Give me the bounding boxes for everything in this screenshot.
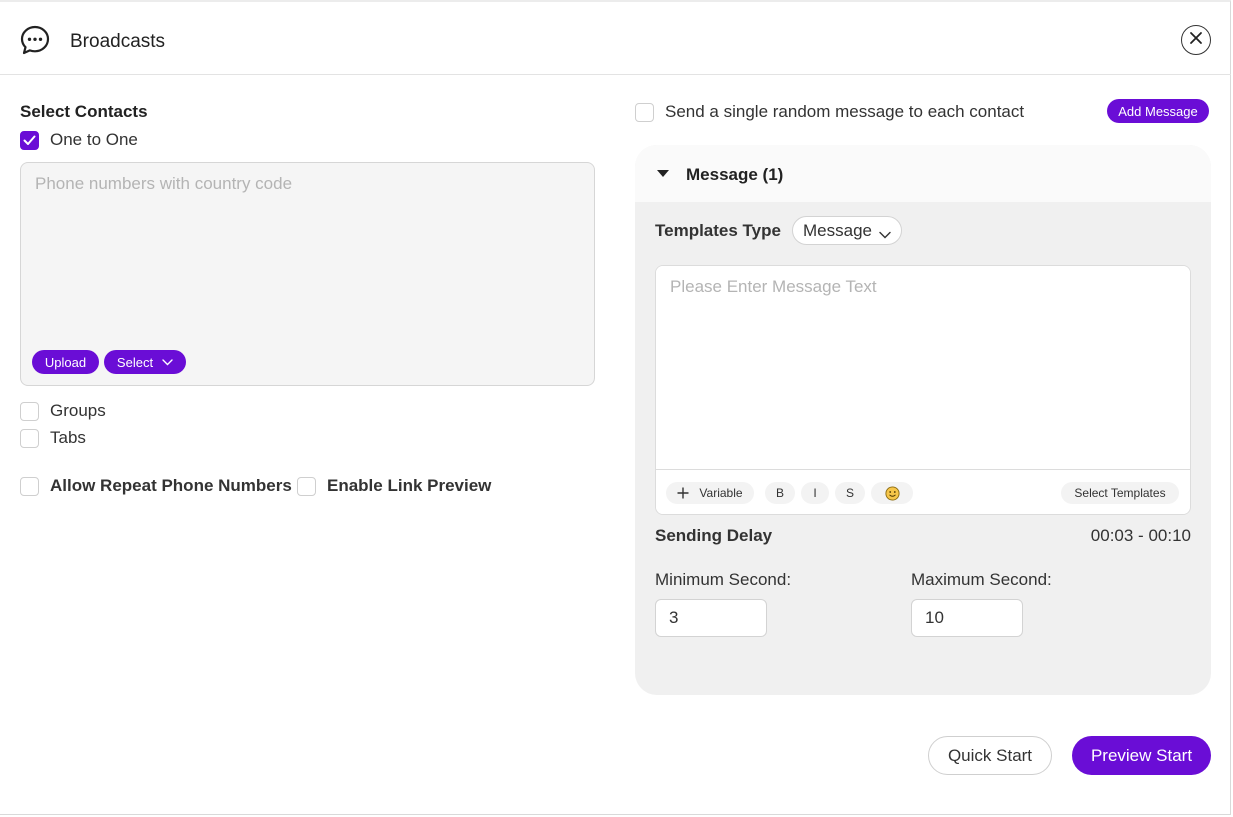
bold-label: B xyxy=(775,486,784,500)
tabs-label: Tabs xyxy=(50,428,86,447)
chevron-down-icon xyxy=(879,224,891,244)
close-icon xyxy=(1189,31,1203,50)
select-templates-button[interactable]: Select Templates xyxy=(1061,482,1179,504)
variable-label: Variable xyxy=(699,486,743,500)
upload-label: Upload xyxy=(44,354,87,370)
insert-variable-button[interactable]: Variable xyxy=(666,482,754,504)
smiley-icon xyxy=(884,485,900,501)
templates-type-select[interactable]: Message xyxy=(792,216,902,245)
checkbox-unchecked-icon xyxy=(635,102,654,122)
select-contacts-title: Select Contacts xyxy=(20,102,148,121)
quick-start-button[interactable]: Quick Start xyxy=(928,736,1052,775)
templates-type-label: Templates Type xyxy=(655,221,781,240)
random-message-checkbox[interactable]: Send a single random message to each con… xyxy=(635,102,1024,122)
checkbox-checked-icon xyxy=(20,130,39,150)
italic-label: I xyxy=(813,486,817,500)
groups-label: Groups xyxy=(50,401,106,420)
upload-button[interactable]: Upload xyxy=(32,350,99,374)
allow-repeat-checkbox[interactable]: Allow Repeat Phone Numbers xyxy=(20,476,292,496)
select-templates-label: Select Templates xyxy=(1074,486,1166,500)
maximum-second-label: Maximum Second: xyxy=(911,570,1052,589)
chevron-down-icon xyxy=(162,358,173,366)
quick-start-label: Quick Start xyxy=(947,745,1033,765)
bold-button[interactable]: B xyxy=(765,482,795,504)
message-panel: Message (1) Templates Type Message Varia… xyxy=(635,145,1211,695)
select-dropdown-button[interactable]: Select xyxy=(104,350,186,374)
one-to-one-checkbox[interactable]: One to One xyxy=(20,130,138,150)
preview-start-button[interactable]: Preview Start xyxy=(1072,736,1211,775)
caret-down-icon xyxy=(657,170,669,177)
sending-delay-label: Sending Delay xyxy=(655,526,773,545)
close-button[interactable] xyxy=(1181,25,1211,55)
templates-type-value: Message xyxy=(803,220,872,240)
sending-delay-range: 00:03 - 00:10 xyxy=(1090,526,1191,545)
strikethrough-label: S xyxy=(845,486,854,500)
checkbox-unchecked-icon xyxy=(297,476,316,496)
plus-icon xyxy=(677,487,689,499)
chat-bubble-dots-icon xyxy=(19,24,51,56)
message-panel-header[interactable]: Message (1) xyxy=(635,145,1211,202)
one-to-one-label: One to One xyxy=(50,130,138,149)
italic-button[interactable]: I xyxy=(801,482,829,504)
dialog-title: Broadcasts xyxy=(70,31,166,52)
checkbox-unchecked-icon xyxy=(20,476,39,496)
random-message-label: Send a single random message to each con… xyxy=(665,102,1025,121)
tabs-checkbox[interactable]: Tabs xyxy=(20,428,86,448)
editor-toolbar: Variable B I S Select Templates xyxy=(656,469,1190,514)
phone-numbers-box: Upload Select xyxy=(20,162,595,386)
add-message-label: Add Message xyxy=(1118,103,1198,119)
dialog-header: Broadcasts xyxy=(0,2,1231,75)
groups-checkbox[interactable]: Groups xyxy=(20,401,106,421)
minimum-second-input[interactable] xyxy=(655,599,767,637)
message-text-input[interactable] xyxy=(656,266,1190,469)
add-message-button[interactable]: Add Message xyxy=(1107,99,1209,123)
emoji-button[interactable] xyxy=(871,482,913,504)
checkbox-unchecked-icon xyxy=(20,401,39,421)
maximum-second-input[interactable] xyxy=(911,599,1023,637)
phone-numbers-input[interactable] xyxy=(21,163,594,343)
select-label: Select xyxy=(116,354,154,370)
link-preview-label: Enable Link Preview xyxy=(327,476,492,495)
message-panel-title: Message (1) xyxy=(686,165,784,184)
broadcasts-dialog: Broadcasts Select Contacts One to One Up… xyxy=(0,0,1231,815)
message-editor: Variable B I S xyxy=(655,265,1191,515)
preview-start-label: Preview Start xyxy=(1090,745,1193,765)
strikethrough-button[interactable]: S xyxy=(835,482,865,504)
allow-repeat-label: Allow Repeat Phone Numbers xyxy=(50,476,292,495)
checkbox-unchecked-icon xyxy=(20,428,39,448)
link-preview-checkbox[interactable]: Enable Link Preview xyxy=(297,476,491,496)
minimum-second-label: Minimum Second: xyxy=(655,570,792,589)
